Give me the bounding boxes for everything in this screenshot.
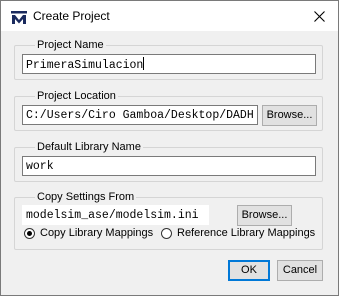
copy-settings-input[interactable]: modelsim_ase/modelsim.ini xyxy=(22,205,209,225)
project-location-group: Project Location C:/Users/Ciro Gamboa/De… xyxy=(14,89,323,131)
project-location-input[interactable]: C:/Users/Ciro Gamboa/Desktop/DADH xyxy=(22,105,258,125)
project-name-group: Project Name PrimeraSimulacion xyxy=(14,38,323,80)
cancel-button[interactable]: Cancel xyxy=(277,260,323,281)
reference-library-mappings-radio[interactable] xyxy=(161,227,172,239)
project-name-legend: Project Name xyxy=(35,38,106,52)
default-library-group: Default Library Name work xyxy=(14,140,323,182)
title-bar[interactable]: Create Project xyxy=(1,1,338,31)
ok-button[interactable]: OK xyxy=(228,260,270,281)
project-name-value: PrimeraSimulacion xyxy=(26,59,144,72)
default-library-input[interactable]: work xyxy=(22,156,316,176)
reference-library-mappings-label: Reference Library Mappings xyxy=(177,227,316,239)
copy-settings-group: Copy Settings From modelsim_ase/modelsim… xyxy=(14,190,323,250)
project-location-browse-button[interactable]: Browse... xyxy=(262,105,317,126)
close-button[interactable] xyxy=(308,6,330,26)
close-icon xyxy=(313,10,325,22)
text-cursor xyxy=(143,57,145,70)
modelsim-logo-icon xyxy=(11,11,27,24)
project-location-legend: Project Location xyxy=(35,89,118,103)
project-name-input[interactable]: PrimeraSimulacion xyxy=(22,54,316,74)
copy-settings-legend: Copy Settings From xyxy=(35,190,137,204)
copy-settings-value: modelsim_ase/modelsim.ini xyxy=(26,209,199,222)
reference-library-mappings-option[interactable]: Reference Library Mappings xyxy=(161,227,315,239)
window-title: Create Project xyxy=(33,9,110,23)
copy-library-mappings-option[interactable]: Copy Library Mappings xyxy=(24,227,153,239)
project-location-value: C:/Users/Ciro Gamboa/Desktop/DADH xyxy=(26,109,254,122)
create-project-dialog: Create Project Project Name PrimeraSimul… xyxy=(0,0,339,296)
default-library-value: work xyxy=(26,160,54,173)
copy-settings-browse-button[interactable]: Browse... xyxy=(237,205,292,226)
copy-library-mappings-radio[interactable] xyxy=(24,227,35,239)
copy-library-mappings-label: Copy Library Mappings xyxy=(40,227,154,239)
default-library-legend: Default Library Name xyxy=(35,140,143,154)
